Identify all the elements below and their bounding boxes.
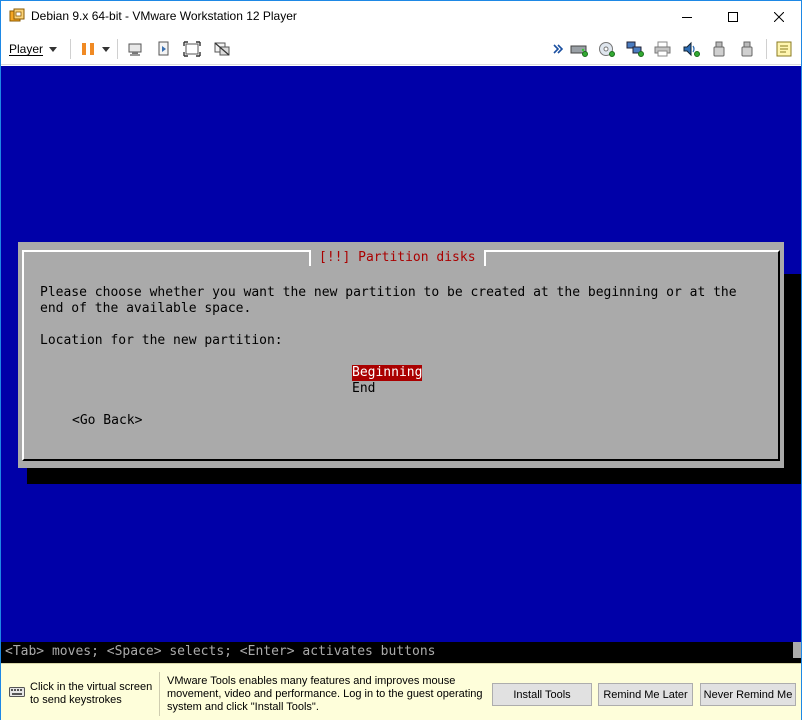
fullscreen-icon[interactable] (183, 40, 201, 58)
toolbar-divider (70, 39, 71, 59)
installer-status-text: <Tab> moves; <Space> selects; <Enter> ac… (5, 644, 436, 659)
usb-device-2-icon[interactable] (738, 40, 756, 58)
cursor-block (793, 642, 801, 658)
dialog-frame: [!!] Partition disks Please choose wheth… (22, 250, 780, 461)
usb-device-icon[interactable] (710, 40, 728, 58)
maximize-button[interactable] (710, 1, 756, 32)
close-icon (774, 11, 784, 22)
vmware-player-window: Debian 9.x 64-bit - VMware Workstation 1… (0, 0, 802, 720)
prompt-text-line-1: Please choose whether you want the new p… (40, 285, 737, 300)
unity-icon[interactable] (213, 40, 231, 58)
sound-card-icon[interactable] (682, 40, 700, 58)
minimize-button[interactable] (664, 1, 710, 32)
network-adapter-icon[interactable] (626, 40, 644, 58)
player-menu[interactable]: Player (9, 40, 58, 58)
keyboard-hint-text: Click in the virtual screen to send keys… (30, 681, 153, 706)
partition-disks-dialog: [!!] Partition disks Please choose wheth… (18, 242, 784, 468)
player-menu-label: Player (9, 42, 44, 56)
prompt-text-line-2: end of the available space. (40, 301, 252, 316)
pause-icon[interactable] (79, 40, 97, 58)
double-chevron-icon[interactable] (552, 40, 564, 58)
maximize-icon (728, 11, 738, 22)
cd-dvd-icon[interactable] (598, 40, 616, 58)
vmware-app-icon (9, 8, 25, 24)
remind-me-later-button[interactable]: Remind Me Later (598, 683, 693, 706)
fit-guest-icon[interactable] (155, 40, 173, 58)
keyboard-icon (9, 685, 25, 699)
virtual-machine-screen[interactable]: [!!] Partition disks Please choose wheth… (1, 66, 801, 663)
installer-status-line: <Tab> moves; <Space> selects; <Enter> ac… (1, 642, 801, 663)
dialog-title: [!!] Partition disks (309, 250, 486, 266)
window-title: Debian 9.x 64-bit - VMware Workstation 1… (31, 9, 297, 23)
option-end[interactable]: End (352, 381, 375, 397)
install-tools-button[interactable]: Install Tools (492, 683, 592, 706)
send-ctrl-alt-del-icon[interactable] (126, 40, 144, 58)
toolbar: Player (1, 32, 801, 65)
go-back-button[interactable]: <Go Back> (72, 413, 142, 429)
title-bar[interactable]: Debian 9.x 64-bit - VMware Workstation 1… (1, 1, 801, 32)
never-remind-me-button[interactable]: Never Remind Me (700, 683, 796, 706)
option-beginning[interactable]: Beginning (352, 365, 423, 381)
pause-dropdown-button[interactable] (99, 40, 113, 58)
message-log-icon[interactable] (775, 40, 793, 58)
hard-disk-icon[interactable] (570, 40, 588, 58)
toolbar-divider (766, 39, 767, 59)
location-label: Location for the new partition: (40, 333, 283, 348)
chevron-down-icon (49, 46, 58, 52)
notification-divider (159, 672, 160, 716)
close-button[interactable] (756, 1, 802, 32)
toolbar-divider (117, 39, 118, 59)
minimize-icon (682, 16, 692, 18)
vmware-tools-notification-bar: Click in the virtual screen to send keys… (1, 663, 801, 720)
printer-icon[interactable] (654, 40, 672, 58)
vmware-tools-message: VMware Tools enables many features and i… (167, 675, 483, 713)
chevron-down-icon (102, 46, 110, 52)
